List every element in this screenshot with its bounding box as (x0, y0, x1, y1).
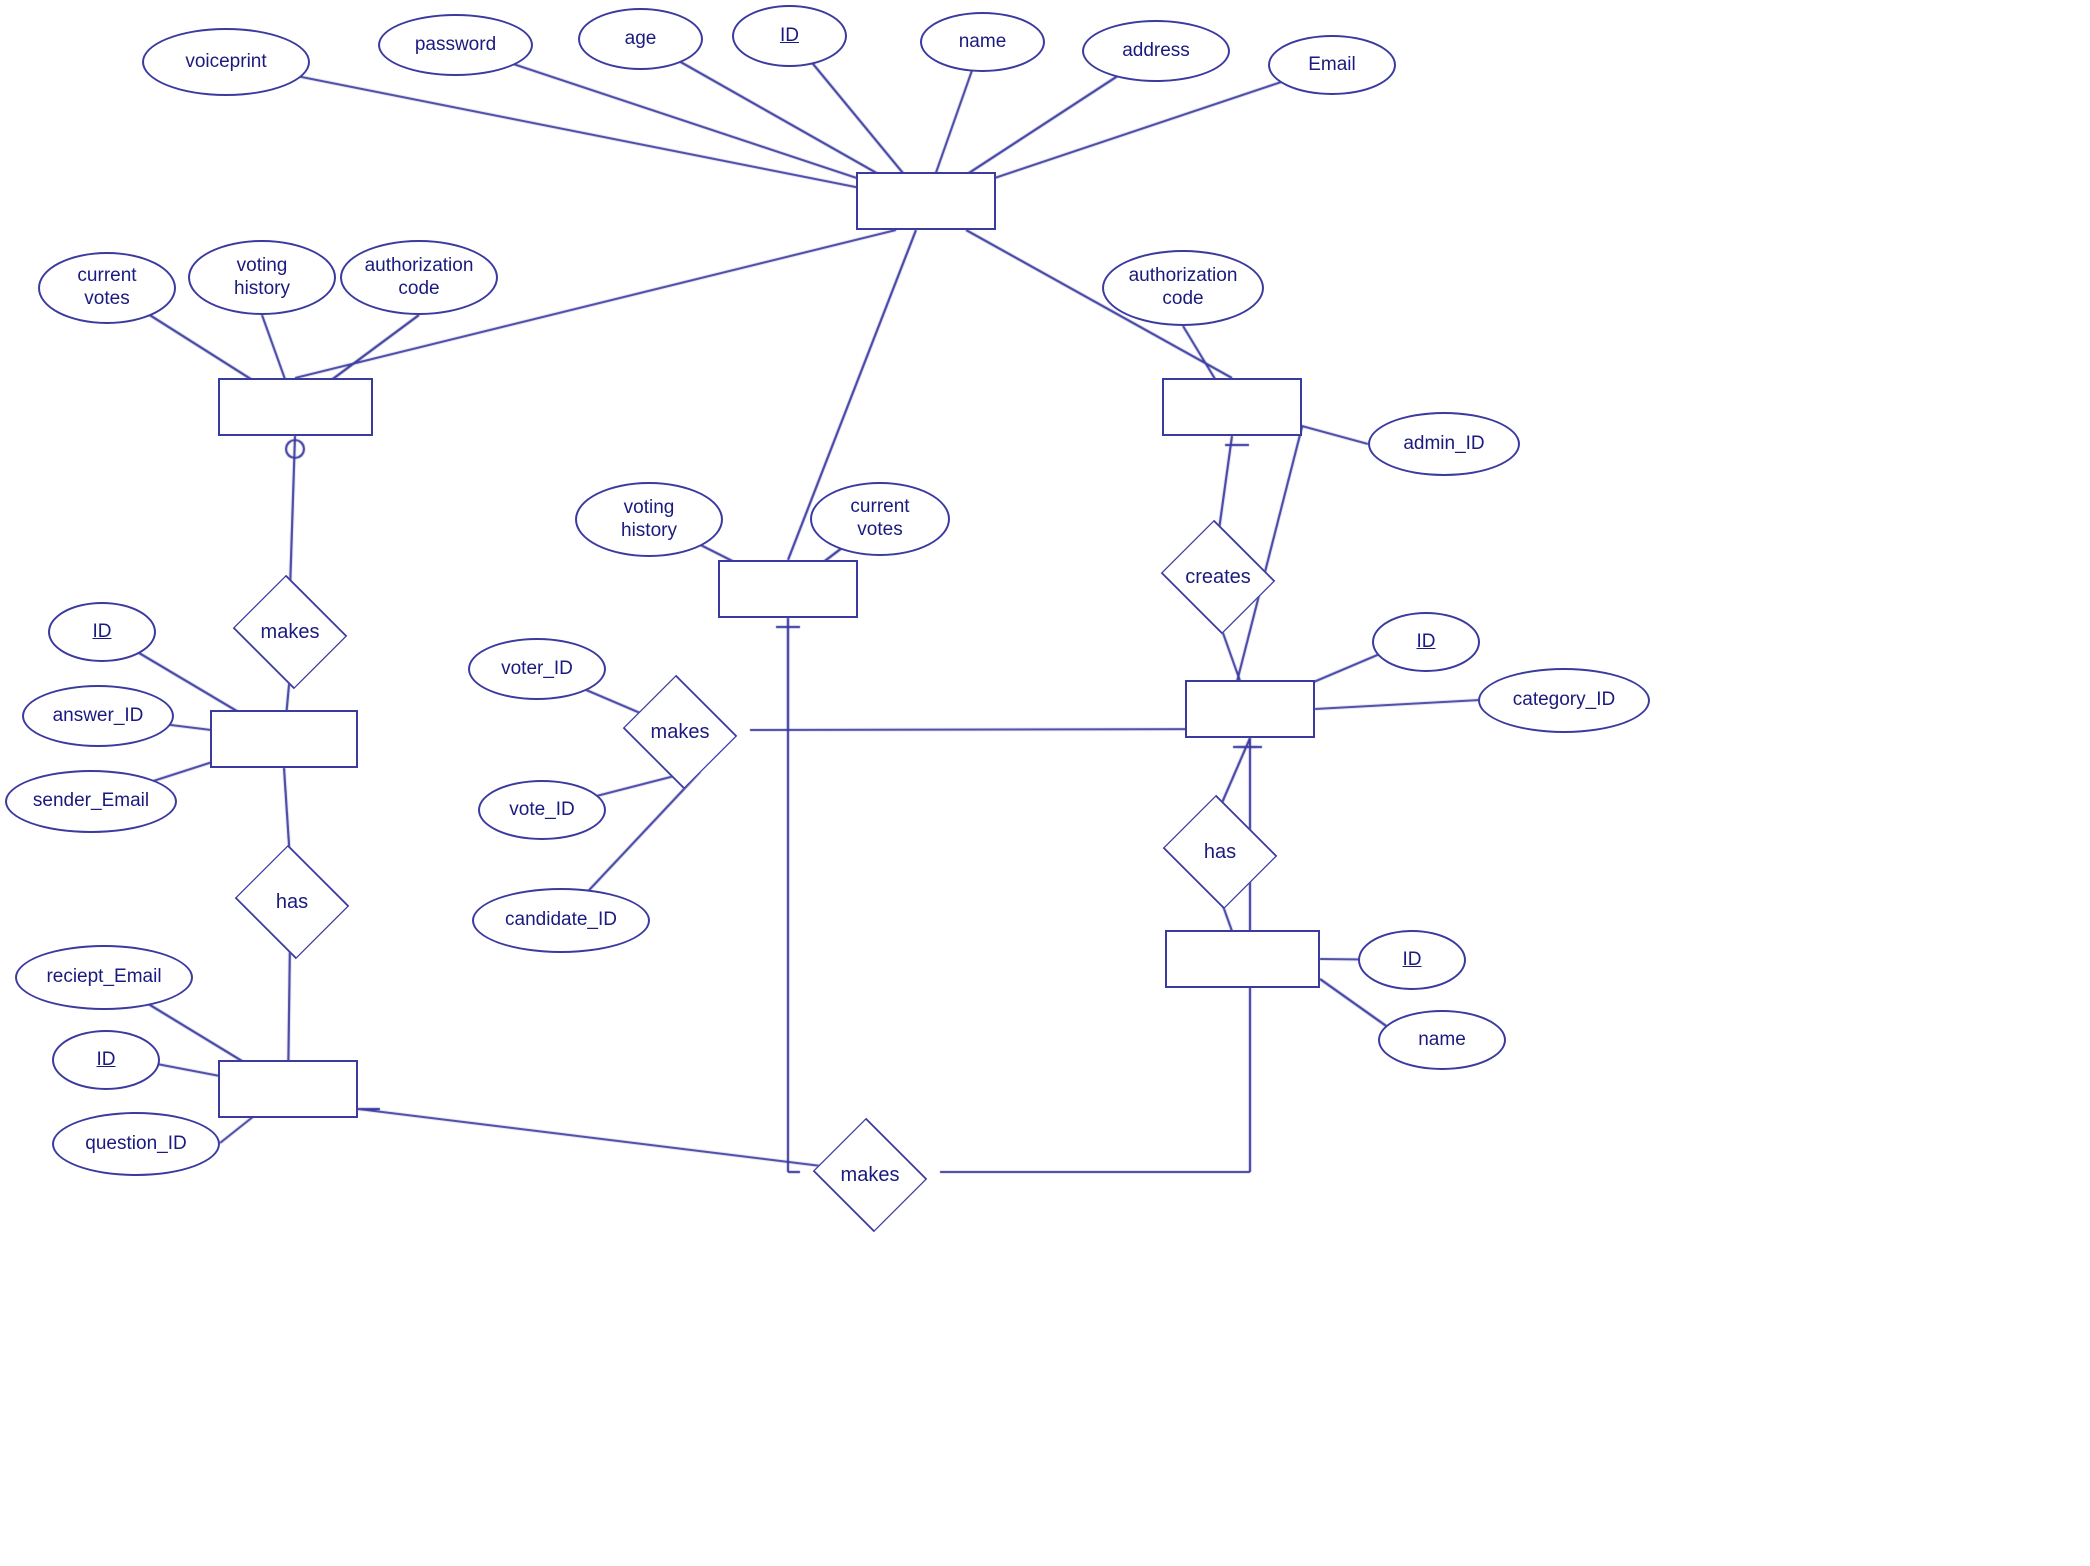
ellipse-voting-history-cand: votinghistory (188, 240, 336, 315)
ellipse-candidate-id: candidate_ID (472, 888, 650, 953)
ellipse-vote-id: vote_ID (478, 780, 606, 840)
diamond-has-question: has (222, 862, 362, 942)
ellipse-sender-email: sender_Email (5, 770, 177, 833)
entity-vote (1185, 680, 1315, 738)
diamond-makes-voter: makes (610, 692, 750, 772)
entity-voter (718, 560, 858, 618)
diamond-has-category: has (1150, 812, 1290, 892)
ellipse-age: age (578, 8, 703, 70)
entity-category (1165, 930, 1320, 988)
entity-answer (218, 1060, 358, 1118)
ellipse-name-category: name (1378, 1010, 1506, 1070)
entity-candidate (218, 378, 373, 436)
diamond-makes-answer: makes (800, 1135, 940, 1215)
er-diagram: voiceprint password age ID name address … (0, 0, 2090, 1566)
ellipse-voting-history-voter: votinghistory (575, 482, 723, 557)
ellipse-auth-code-cand: authorizationcode (340, 240, 498, 315)
ellipse-question-id: question_ID (52, 1112, 220, 1176)
ellipse-password: password (378, 14, 533, 76)
ellipse-id-answer: ID (52, 1030, 160, 1090)
ellipse-category-id: category_ID (1478, 668, 1650, 733)
ellipse-address: address (1082, 20, 1230, 82)
ellipse-reciept-email: reciept_Email (15, 945, 193, 1010)
entity-admin (1162, 378, 1302, 436)
ellipse-answer-id: answer_ID (22, 685, 174, 747)
ellipse-email-user: Email (1268, 35, 1396, 95)
ellipse-voiceprint: voiceprint (142, 28, 310, 96)
ellipse-id-question: ID (48, 602, 156, 662)
diamond-makes-cand: makes (220, 592, 360, 672)
ellipse-name: name (920, 12, 1045, 72)
entity-question (210, 710, 358, 768)
ellipse-id-vote: ID (1372, 612, 1480, 672)
ellipse-id-category: ID (1358, 930, 1466, 990)
ellipse-current-votes-voter: currentvotes (810, 482, 950, 556)
ellipse-admin-id: admin_ID (1368, 412, 1520, 476)
ellipse-auth-code-admin: authorizationcode (1102, 250, 1264, 326)
entity-user (856, 172, 996, 230)
diamond-creates: creates (1148, 537, 1288, 617)
ellipse-current-votes-cand: currentvotes (38, 252, 176, 324)
ellipse-voter-id: voter_ID (468, 638, 606, 700)
ellipse-id-user: ID (732, 5, 847, 67)
